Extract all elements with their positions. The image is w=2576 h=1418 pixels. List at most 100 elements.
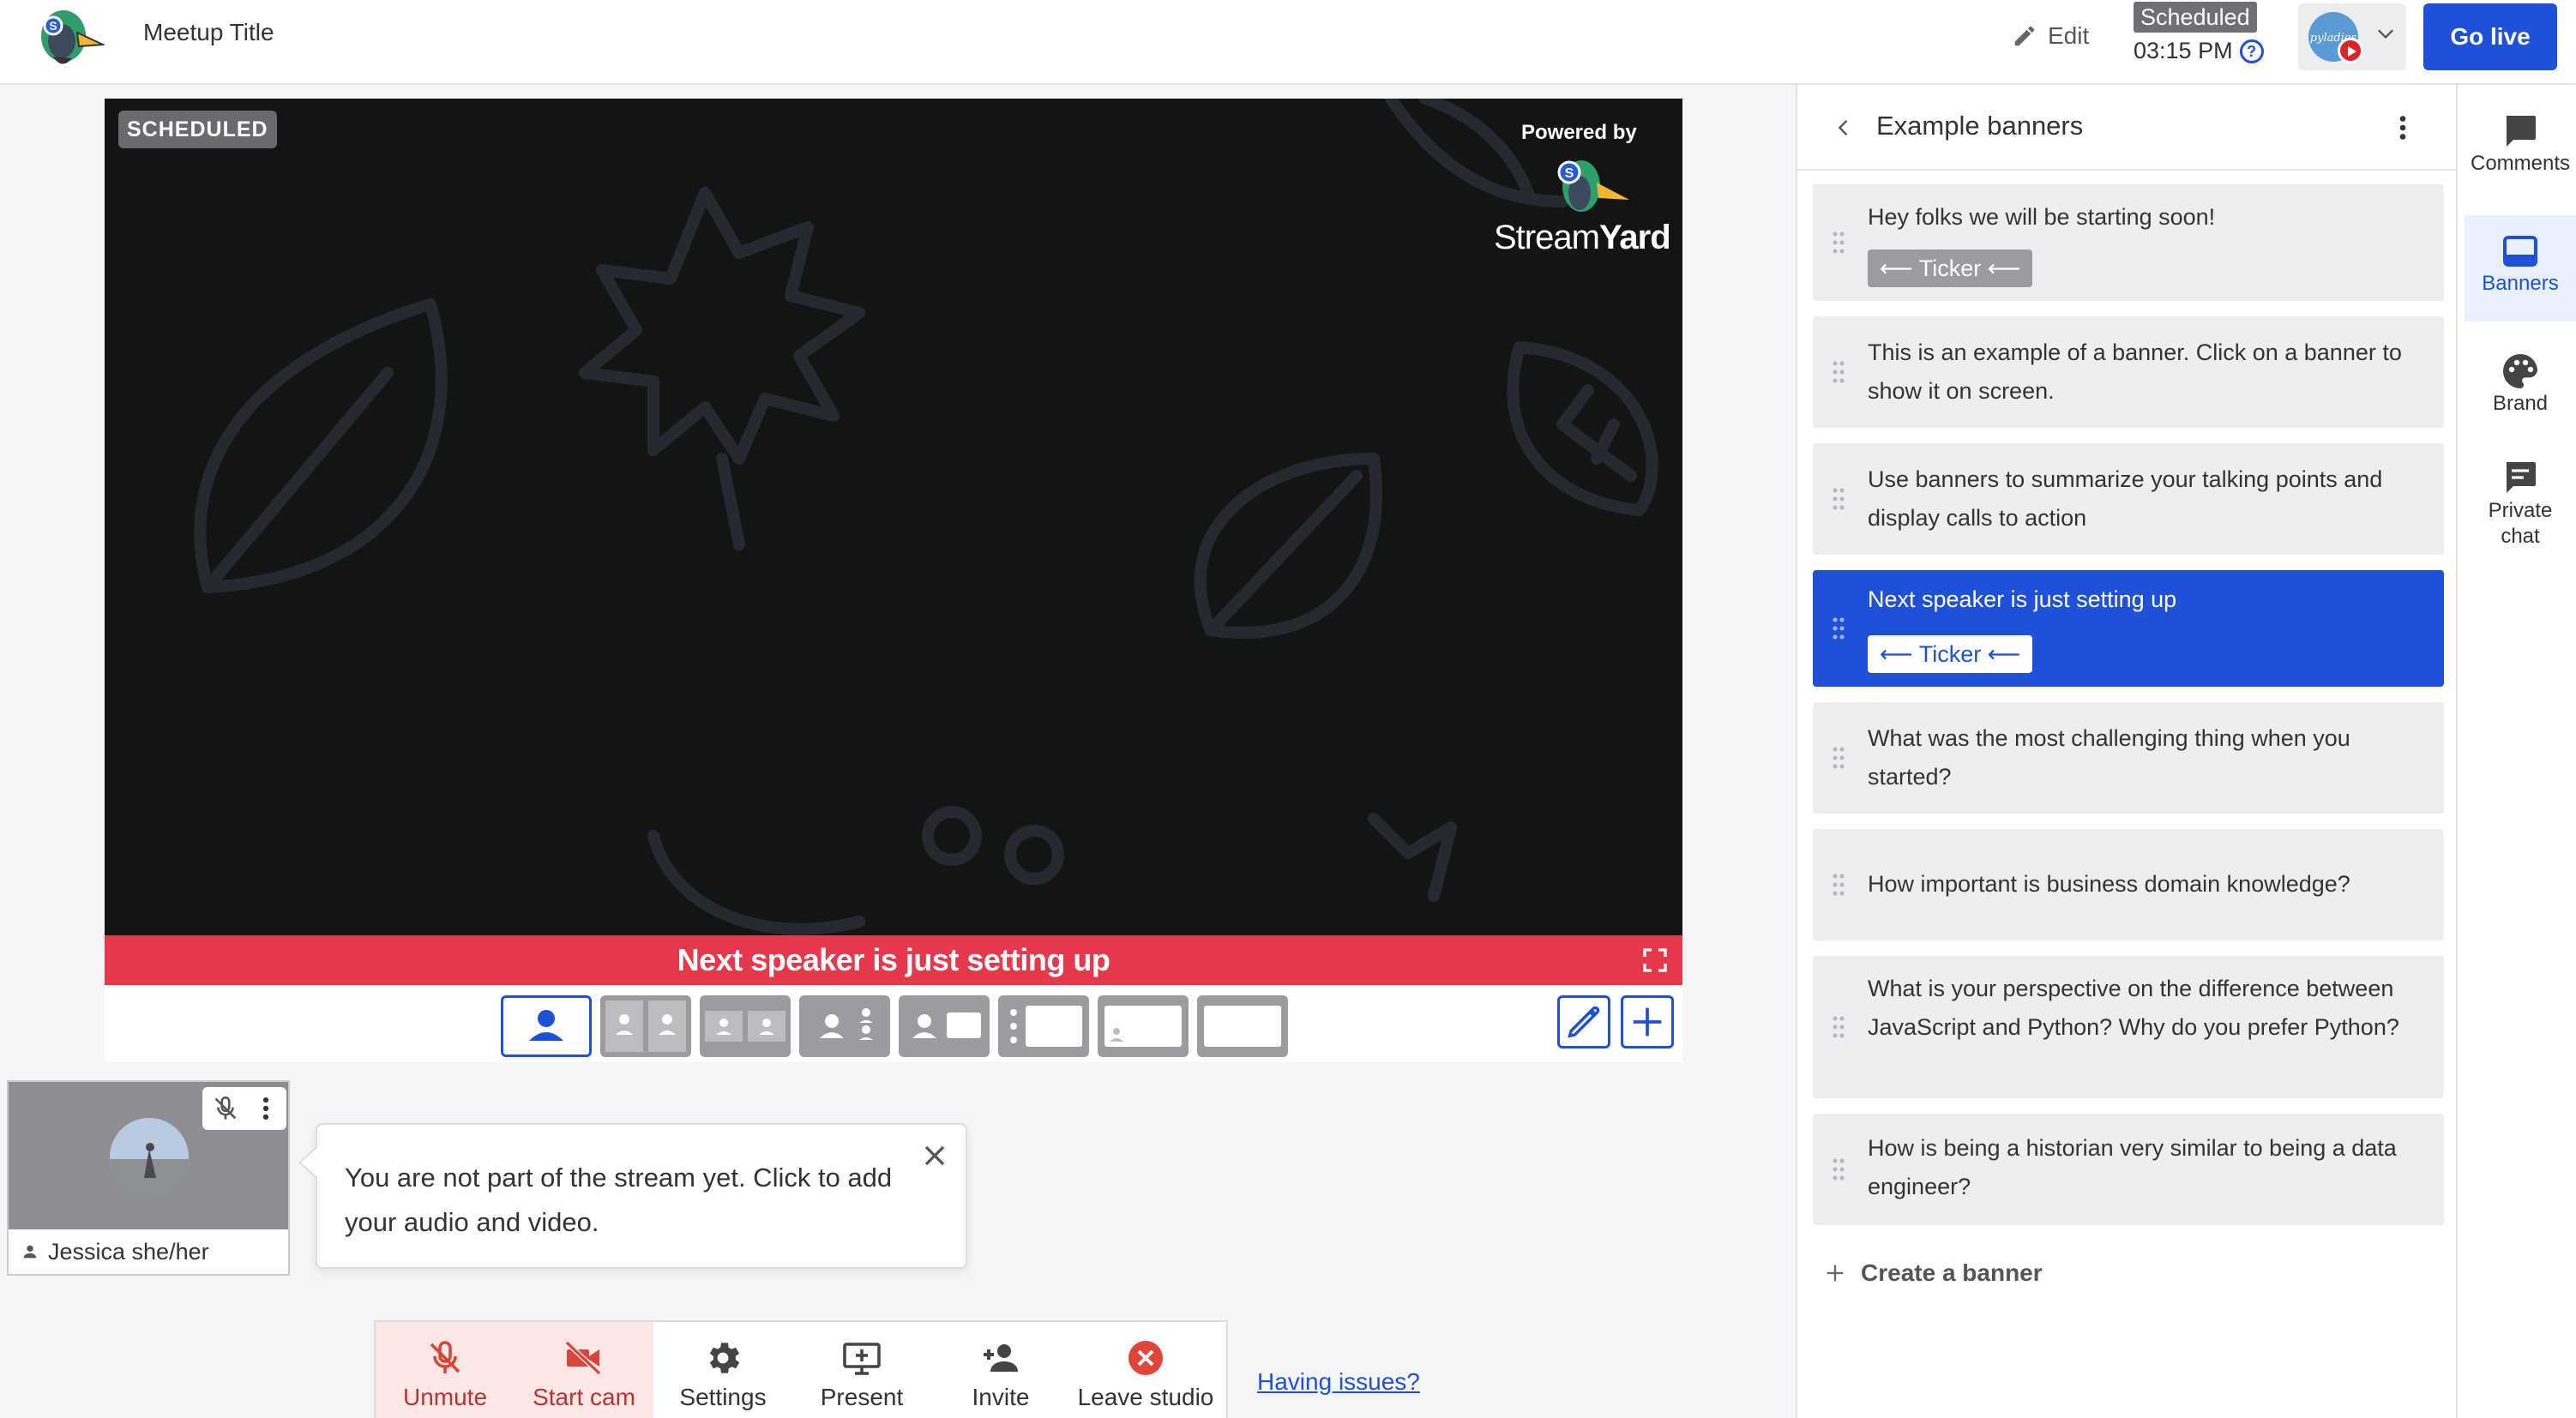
rail-label: chat [2501,525,2540,548]
panel-title: Example banners [1876,111,2084,141]
drag-handle-icon[interactable] [1832,873,1845,897]
banner-text: Hey folks we will be starting soon! [1868,204,2216,230]
screen-pip-icon [1104,1006,1182,1047]
banner-item[interactable]: How is being a historian very similar to… [1813,1114,2444,1225]
leave-studio-button[interactable]: Leave studio [1070,1322,1221,1418]
streamyard-logo[interactable]: S [27,3,105,72]
banner-item[interactable]: What is your perspective on the differen… [1813,956,2444,1098]
banner-text: Next speaker is just setting up [1868,586,2177,612]
participant-tile[interactable]: Jessica she/her [7,1080,290,1276]
drag-handle-icon[interactable] [1832,1157,1845,1181]
banner-text: How is being a historian very similar to… [1868,1135,2397,1199]
gear-icon [709,1343,740,1373]
layout-solo-button[interactable] [501,995,592,1057]
participant-controls [202,1087,286,1130]
layout-leader-button[interactable] [799,995,890,1057]
settings-button[interactable]: Settings [653,1322,792,1418]
banner-text: This is an example of a banner. Click on… [1868,339,2402,404]
person-icon [529,1010,563,1041]
rail-item-brand[interactable]: Brand [2465,351,2576,428]
close-icon[interactable] [918,1139,952,1173]
participant-name-text: Jessica she/her [48,1238,209,1265]
banner-item-active[interactable]: Next speaker is just setting up ⟵ Ticker… [1813,570,2444,687]
edit-layout-button[interactable] [1557,995,1610,1048]
layout-side-screen-button[interactable] [899,995,990,1057]
person-screen-icon [912,1012,981,1038]
more-vertical-icon[interactable] [256,1094,276,1123]
drag-handle-icon[interactable] [1832,616,1845,640]
ticker-label: Ticker [1918,641,1982,667]
banner-text: How important is business domain knowled… [1868,871,2350,897]
banner-item[interactable]: How important is business domain knowled… [1813,829,2444,940]
streamyard-wordmark: StreamYard [1494,219,1671,257]
panel-header: Example banners [1797,85,2456,171]
layout-group-button[interactable] [700,995,791,1057]
status-badge: Scheduled [2134,2,2257,33]
stage-canvas[interactable]: SCHEDULED Powered by S StreamYard [105,99,1682,935]
youtube-icon [2338,38,2363,63]
layout-full-screen-share-button[interactable] [1098,995,1189,1057]
fullscreen-icon[interactable] [1641,946,1669,974]
cam-off-icon [564,1340,602,1376]
banner-text: Use banners to summarize your talking po… [1868,466,2383,531]
meetup-title[interactable]: Meetup Title [143,19,274,46]
scheduled-time: 03:15 PM ? [2134,38,2264,64]
person-add-icon [984,1344,1018,1372]
drag-handle-icon[interactable] [1832,746,1845,770]
scheduled-time-text: 03:15 PM [2134,38,2233,63]
add-layout-button[interactable] [1621,995,1674,1048]
screen-share-icon [843,1343,881,1375]
mic-off-icon[interactable] [211,1094,240,1123]
pencil-icon [1568,1006,1600,1038]
drag-handle-icon[interactable] [1832,1015,1845,1039]
rail-item-private-chat[interactable]: Private chat [2465,457,2576,560]
drag-handle-icon[interactable] [1832,487,1845,511]
create-banner-button[interactable]: Create a banner [1823,1259,2043,1287]
drag-handle-icon[interactable] [1832,360,1845,384]
ticker-badge: ⟵ Ticker ⟵ [1868,635,2033,673]
chevron-left-icon[interactable] [1832,116,1856,140]
onboarding-tooltip: You are not part of the stream yet. Clic… [298,1123,967,1269]
chevron-down-icon [2378,29,2393,39]
svg-text:S: S [1565,166,1574,181]
pencil-icon [2014,26,2035,46]
having-issues-link[interactable]: Having issues? [1257,1368,1420,1396]
more-vertical-icon[interactable] [2392,112,2413,143]
go-live-button[interactable]: Go live [2423,3,2557,70]
rail-item-banners[interactable]: Banners [2465,215,2576,321]
ticker-label: Ticker [1918,255,1982,281]
question-circle-icon[interactable]: ? [2239,39,2264,63]
stage-banner[interactable]: Next speaker is just setting up [105,935,1682,985]
banner-item[interactable]: Use banners to summarize your talking po… [1813,443,2444,555]
unmute-button[interactable]: Unmute [376,1322,515,1418]
rail-label: Private [2488,499,2553,522]
layout-pip-screen-button[interactable] [998,995,1089,1057]
banner-item[interactable]: What was the most challenging thing when… [1813,702,2444,814]
banner-item[interactable]: Hey folks we will be starting soon! ⟵ Ti… [1813,184,2444,301]
layout-cropped-button[interactable] [600,995,691,1057]
banner-item[interactable]: This is an example of a banner. Click on… [1813,316,2444,428]
drag-handle-icon[interactable] [1832,231,1845,255]
banners-panel: Example banners Hey folks we will be sta… [1796,85,2456,1418]
rail-label: Brand [2492,392,2549,415]
settings-label: Settings [679,1384,767,1410]
edit-button[interactable]: Edit [2012,19,2089,53]
layout-screen-only-button[interactable] [1197,995,1288,1057]
start-cam-label: Start cam [533,1384,635,1410]
leader-icon [820,1008,873,1040]
stage-status-badge: SCHEDULED [118,111,277,148]
leave-studio-label: Leave studio [1077,1384,1214,1410]
screen-share-layout-icon [1010,1006,1082,1047]
banner-text: What is your perspective on the differen… [1868,976,2399,1040]
unmute-label: Unmute [402,1384,488,1410]
tooltip-text: You are not part of the stream yet. Clic… [345,1163,893,1237]
rail-item-comments[interactable]: Comments [2465,111,2576,205]
present-button[interactable]: Present [792,1322,931,1418]
rail-label: Comments [2470,152,2571,175]
right-rail: Comments Banners Brand Private chat [2456,85,2576,1418]
destination-selector[interactable]: pyladies [2298,3,2406,70]
start-cam-button[interactable]: Start cam [515,1322,653,1418]
banner-icon [2503,236,2537,267]
invite-button[interactable]: Invite [931,1322,1070,1418]
brand-word-light: Stream [1494,219,1600,256]
